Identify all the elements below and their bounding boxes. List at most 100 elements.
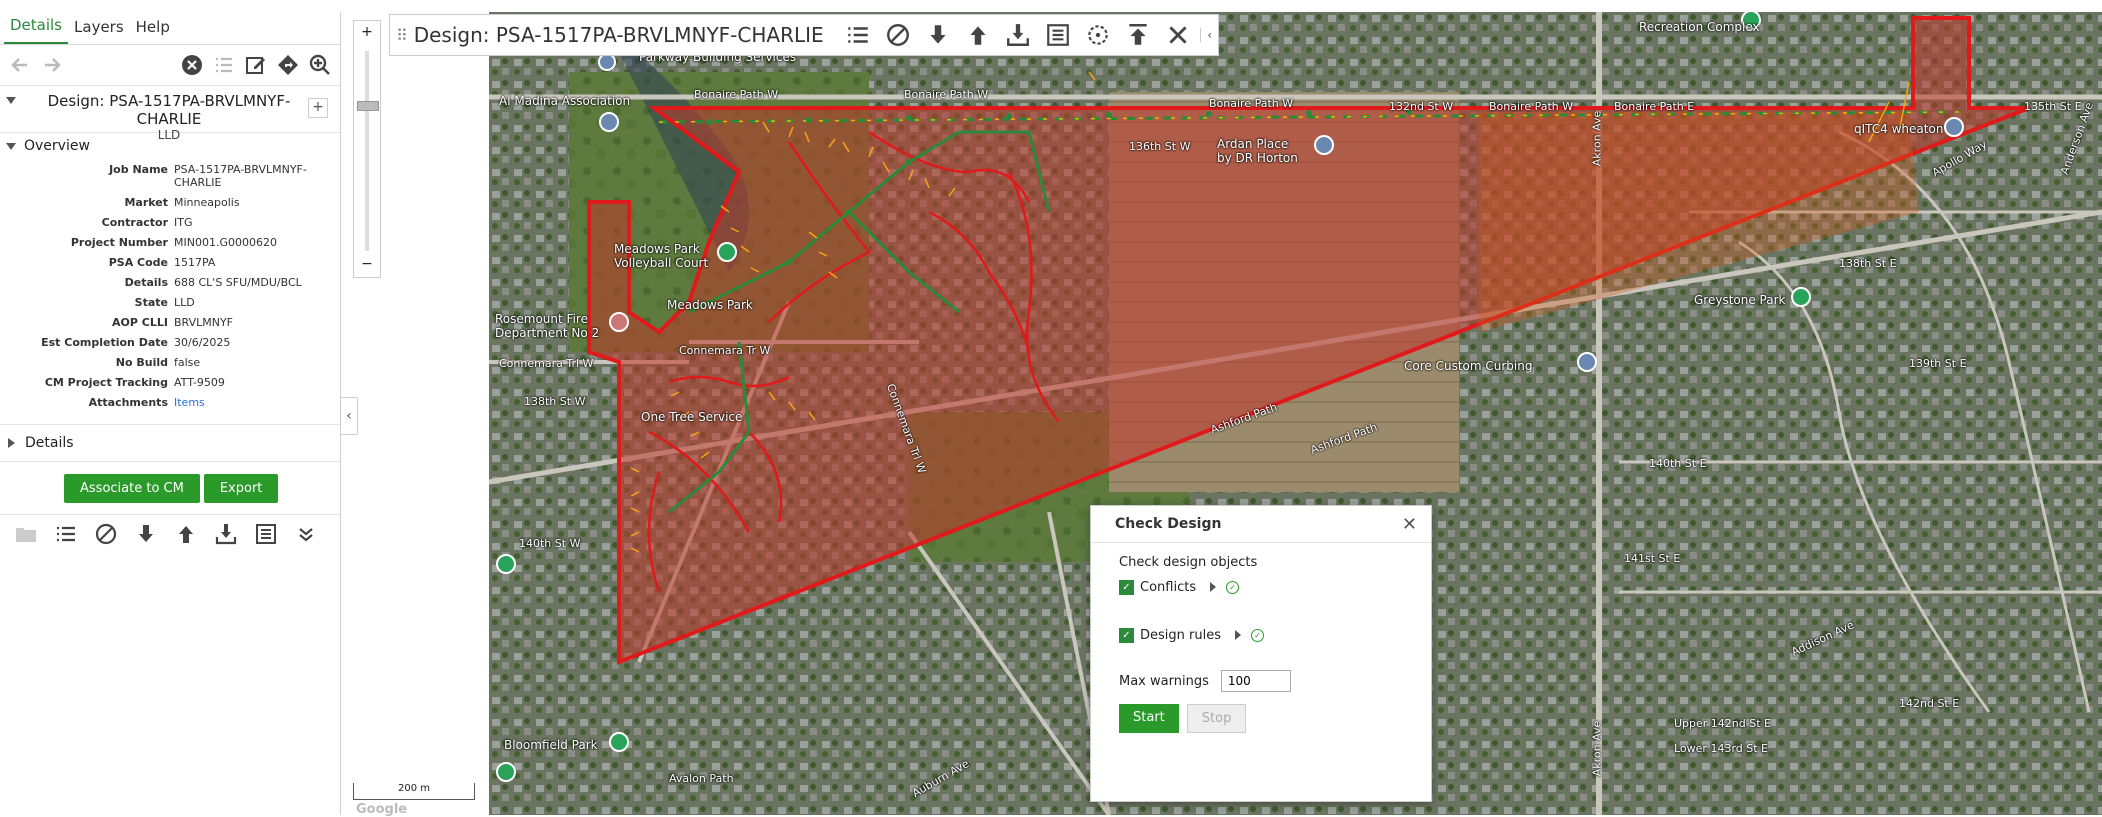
design-subtitle: LLD bbox=[157, 128, 181, 142]
design-toolbar: ⠿ Design: PSA-1517PA-BRVLMNYF-CHARLIE ‹ bbox=[389, 14, 1219, 56]
feature-toolbar bbox=[0, 514, 340, 553]
property-row: Job Name PSA-1517PA-BRVLMNYF-CHARLIE bbox=[0, 163, 340, 189]
directions-icon[interactable] bbox=[272, 49, 304, 81]
property-value: Minneapolis bbox=[174, 196, 240, 209]
property-value: LLD bbox=[174, 296, 195, 309]
design-header: Design: PSA-1517PA-BRVLMNYF-CHARLIE LLD … bbox=[0, 85, 340, 142]
design-rules-label: Design rules bbox=[1140, 627, 1221, 643]
map-label-onetree: One Tree Service bbox=[641, 410, 743, 424]
conflicts-label: Conflicts bbox=[1140, 579, 1197, 595]
panel-tabs: Details Layers Help bbox=[0, 12, 340, 45]
tab-layers[interactable]: Layers bbox=[68, 12, 130, 44]
start-button[interactable]: Start bbox=[1119, 704, 1179, 733]
property-label: Job Name bbox=[109, 163, 168, 176]
zoom-to-icon[interactable] bbox=[304, 49, 336, 81]
property-label: State bbox=[134, 296, 168, 309]
zoom-in-button[interactable]: + bbox=[354, 21, 380, 45]
dialog-buttons: Start Stop bbox=[1119, 704, 1431, 733]
status-ok-icon: ✓ bbox=[1226, 580, 1240, 594]
list-icon[interactable] bbox=[208, 49, 240, 81]
expand-caret-icon bbox=[6, 142, 16, 150]
map-label-street: Lower 143rd St E bbox=[1674, 742, 1768, 755]
property-row: Attachments Items bbox=[0, 396, 340, 409]
arrow-down-icon[interactable] bbox=[918, 19, 958, 51]
back-arrow-icon[interactable] bbox=[4, 49, 36, 81]
zoom-out-button[interactable]: − bbox=[354, 253, 380, 277]
report-icon[interactable] bbox=[246, 518, 286, 550]
target-icon[interactable] bbox=[1078, 19, 1118, 51]
associate-to-cm-button[interactable]: Associate to CM bbox=[64, 473, 200, 503]
upload-top-icon[interactable] bbox=[1118, 19, 1158, 51]
check-design-dialog: Check Design ✕ Check design objects ✓ Co… bbox=[1090, 505, 1432, 802]
property-value: 688 CL'S SFU/MDU/BCL bbox=[174, 276, 302, 289]
collapse-panel-button[interactable]: ‹ bbox=[340, 397, 358, 435]
list-icon[interactable] bbox=[46, 518, 86, 550]
report-icon[interactable] bbox=[1038, 19, 1078, 51]
export-button[interactable]: Export bbox=[203, 473, 279, 503]
forward-arrow-icon[interactable] bbox=[36, 49, 68, 81]
conflicts-row: ✓ Conflicts ✓ bbox=[1119, 576, 1431, 598]
map-label-street: Bonaire Path W bbox=[1209, 97, 1294, 110]
folder-icon[interactable] bbox=[6, 518, 46, 550]
property-label: Attachments bbox=[88, 396, 168, 409]
design-rules-row: ✓ Design rules ✓ bbox=[1119, 624, 1431, 646]
design-title: Design: PSA-1517PA-BRVLMNYF-CHARLIE bbox=[47, 92, 291, 128]
edit-icon[interactable] bbox=[240, 49, 272, 81]
details-header[interactable]: Details bbox=[0, 424, 340, 461]
expand-conflicts-icon[interactable] bbox=[1210, 582, 1217, 592]
drag-handle-icon[interactable]: ⠿ bbox=[396, 26, 408, 45]
expand-design-rules-icon[interactable] bbox=[1234, 630, 1241, 640]
add-button[interactable]: + bbox=[308, 98, 328, 118]
map-label-street: Connemara Tr W bbox=[679, 344, 771, 357]
zoom-slider-track[interactable] bbox=[365, 51, 369, 251]
list-icon[interactable] bbox=[838, 19, 878, 51]
property-value: PSA-1517PA-BRVLMNYF-CHARLIE bbox=[174, 163, 307, 189]
property-value: BRVLMNYF bbox=[174, 316, 234, 329]
property-value: MIN001.G0000620 bbox=[174, 236, 277, 249]
tab-help[interactable]: Help bbox=[130, 12, 176, 44]
property-row: Details 688 CL'S SFU/MDU/BCL bbox=[0, 276, 340, 289]
conflicts-checkbox[interactable]: ✓ bbox=[1119, 579, 1134, 595]
property-label: PSA Code bbox=[108, 256, 168, 269]
map-label-street: Connemara Trl W bbox=[499, 357, 594, 370]
design-rules-checkbox[interactable]: ✓ bbox=[1119, 627, 1134, 643]
dialog-body: Check design objects ✓ Conflicts ✓ ✓ Des… bbox=[1091, 543, 1431, 733]
map-label-street: Upper 142nd St E bbox=[1674, 717, 1771, 730]
map-label-meadows-park: Meadows Park bbox=[667, 298, 753, 312]
map-label-street: 138th St E bbox=[1839, 257, 1897, 270]
arrow-down-icon[interactable] bbox=[126, 518, 166, 550]
map-label-qltc: qITC4 wheaton bbox=[1854, 122, 1944, 136]
map-label-rosemount: Rosemount Fire Department No 2 bbox=[495, 312, 600, 340]
map-label-street: 140th St W bbox=[519, 537, 581, 550]
attachments-link[interactable]: Items bbox=[174, 396, 314, 409]
max-warnings-row: Max warnings bbox=[1119, 670, 1431, 692]
zoom-slider-handle[interactable] bbox=[357, 101, 379, 111]
dialog-title: Check Design bbox=[1115, 516, 1222, 532]
clear-selection-icon[interactable] bbox=[176, 49, 208, 81]
max-warnings-input[interactable] bbox=[1220, 670, 1291, 692]
more-chevron-icon[interactable] bbox=[286, 518, 326, 550]
download-icon[interactable] bbox=[206, 518, 246, 550]
download-icon[interactable] bbox=[998, 19, 1038, 51]
property-value: 30/6/2025 bbox=[174, 336, 231, 349]
dialog-header: Check Design ✕ bbox=[1091, 506, 1431, 543]
disable-icon[interactable] bbox=[878, 19, 918, 51]
map-label-recreation: Recreation Complex bbox=[1639, 20, 1760, 34]
collapse-caret-icon[interactable] bbox=[6, 97, 16, 104]
map-label-greystone: Greystone Park bbox=[1694, 293, 1786, 307]
close-icon[interactable] bbox=[1158, 19, 1198, 51]
details-title: Details bbox=[25, 435, 74, 451]
property-value: ATT-9509 bbox=[174, 376, 225, 389]
map-label-street: 132nd St W bbox=[1389, 100, 1454, 113]
map-label-street: 139th St E bbox=[1909, 357, 1967, 370]
action-buttons: Associate to CM Export bbox=[0, 461, 340, 514]
arrow-up-icon[interactable] bbox=[166, 518, 206, 550]
tab-details[interactable]: Details bbox=[4, 10, 69, 44]
collapse-toolbar-icon[interactable]: ‹ bbox=[1200, 28, 1212, 42]
disable-icon[interactable] bbox=[86, 518, 126, 550]
expand-caret-icon bbox=[8, 438, 15, 448]
arrow-up-icon[interactable] bbox=[958, 19, 998, 51]
property-row: Contractor ITG bbox=[0, 216, 340, 229]
close-icon[interactable]: ✕ bbox=[1402, 514, 1417, 535]
map-label-street: Akron Ave bbox=[1590, 720, 1604, 777]
